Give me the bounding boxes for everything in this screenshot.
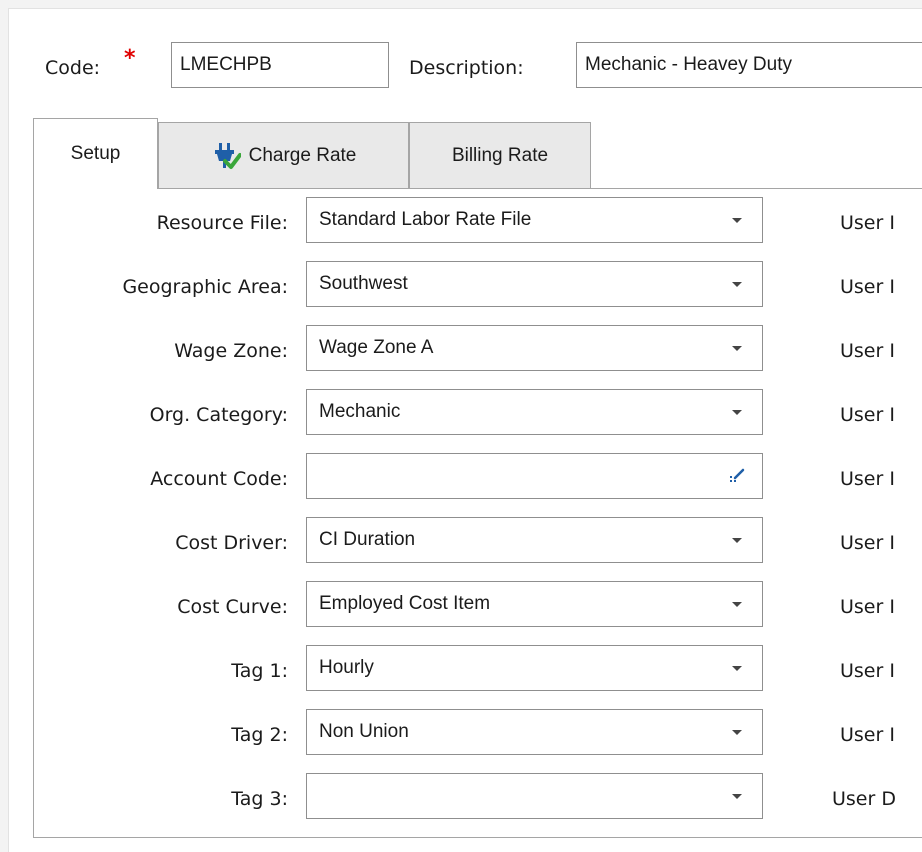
chevron-down-icon[interactable]	[712, 774, 762, 818]
chevron-down-icon[interactable]	[712, 582, 762, 626]
user-label-4: User I	[840, 404, 895, 426]
account-code-label: Account Code:	[150, 468, 288, 490]
user-label-9: User I	[840, 724, 895, 746]
geographic-area-label: Geographic Area:	[122, 276, 288, 298]
resource-file-label: Resource File:	[156, 212, 288, 234]
resource-file-value: Standard Labor Rate File	[319, 209, 532, 230]
code-value: LMECHPB	[180, 54, 272, 75]
user-label-8: User I	[840, 660, 895, 682]
picker-icon[interactable]	[712, 454, 762, 498]
user-label-1: User I	[840, 212, 895, 234]
tag-3-dropdown[interactable]	[306, 773, 763, 819]
tag-1-dropdown[interactable]: Hourly	[306, 645, 763, 691]
code-label: Code:	[45, 57, 101, 79]
tag-1-value: Hourly	[319, 657, 374, 678]
user-label-6: User I	[840, 532, 895, 554]
required-marker: *	[124, 46, 136, 71]
user-label-2: User I	[840, 276, 895, 298]
geographic-area-dropdown[interactable]: Southwest	[306, 261, 763, 307]
cost-curve-label: Cost Curve:	[177, 596, 288, 618]
cost-curve-value: Employed Cost Item	[319, 593, 491, 614]
cost-curve-dropdown[interactable]: Employed Cost Item	[306, 581, 763, 627]
tab-billing-rate-label: Billing Rate	[451, 144, 549, 166]
chevron-down-icon[interactable]	[712, 262, 762, 306]
tag-2-value: Non Union	[319, 721, 409, 742]
plug-check-icon	[211, 141, 241, 171]
tab-charge-rate-label: Charge Rate	[248, 144, 357, 166]
user-label-3: User I	[840, 340, 895, 362]
tab-charge-rate[interactable]: Charge Rate	[158, 122, 409, 188]
window-left-border	[0, 8, 9, 852]
wage-zone-dropdown[interactable]: Wage Zone A	[306, 325, 763, 371]
cost-driver-value: CI Duration	[319, 529, 416, 550]
chevron-down-icon[interactable]	[712, 646, 762, 690]
description-label: Description:	[409, 57, 524, 79]
chevron-down-icon[interactable]	[712, 710, 762, 754]
cost-driver-dropdown[interactable]: CI Duration	[306, 517, 763, 563]
resource-file-dropdown[interactable]: Standard Labor Rate File	[306, 197, 763, 243]
chevron-down-icon[interactable]	[712, 326, 762, 370]
tag-2-dropdown[interactable]: Non Union	[306, 709, 763, 755]
tag-3-label: Tag 3:	[231, 788, 288, 810]
cost-driver-label: Cost Driver:	[175, 532, 288, 554]
tab-billing-rate[interactable]: Billing Rate	[409, 122, 591, 188]
tab-setup-label: Setup	[70, 143, 121, 164]
wage-zone-value: Wage Zone A	[319, 337, 434, 358]
org-category-label: Org. Category:	[149, 404, 288, 426]
window-top-border	[0, 0, 922, 9]
wage-zone-label: Wage Zone:	[174, 340, 288, 362]
user-label-5: User I	[840, 468, 895, 490]
tag-1-label: Tag 1:	[231, 660, 288, 682]
tab-setup[interactable]: Setup	[33, 118, 158, 189]
user-label-10: User D	[832, 788, 896, 810]
code-input[interactable]: LMECHPB	[171, 42, 389, 88]
user-label-7: User I	[840, 596, 895, 618]
chevron-down-icon[interactable]	[712, 198, 762, 242]
account-code-picker[interactable]	[306, 453, 763, 499]
description-value: Mechanic - Heavey Duty	[585, 54, 792, 75]
org-category-value: Mechanic	[319, 401, 401, 422]
tag-2-label: Tag 2:	[231, 724, 288, 746]
description-input[interactable]: Mechanic - Heavey Duty	[576, 42, 922, 88]
org-category-dropdown[interactable]: Mechanic	[306, 389, 763, 435]
geographic-area-value: Southwest	[319, 273, 408, 294]
chevron-down-icon[interactable]	[712, 390, 762, 434]
chevron-down-icon[interactable]	[712, 518, 762, 562]
